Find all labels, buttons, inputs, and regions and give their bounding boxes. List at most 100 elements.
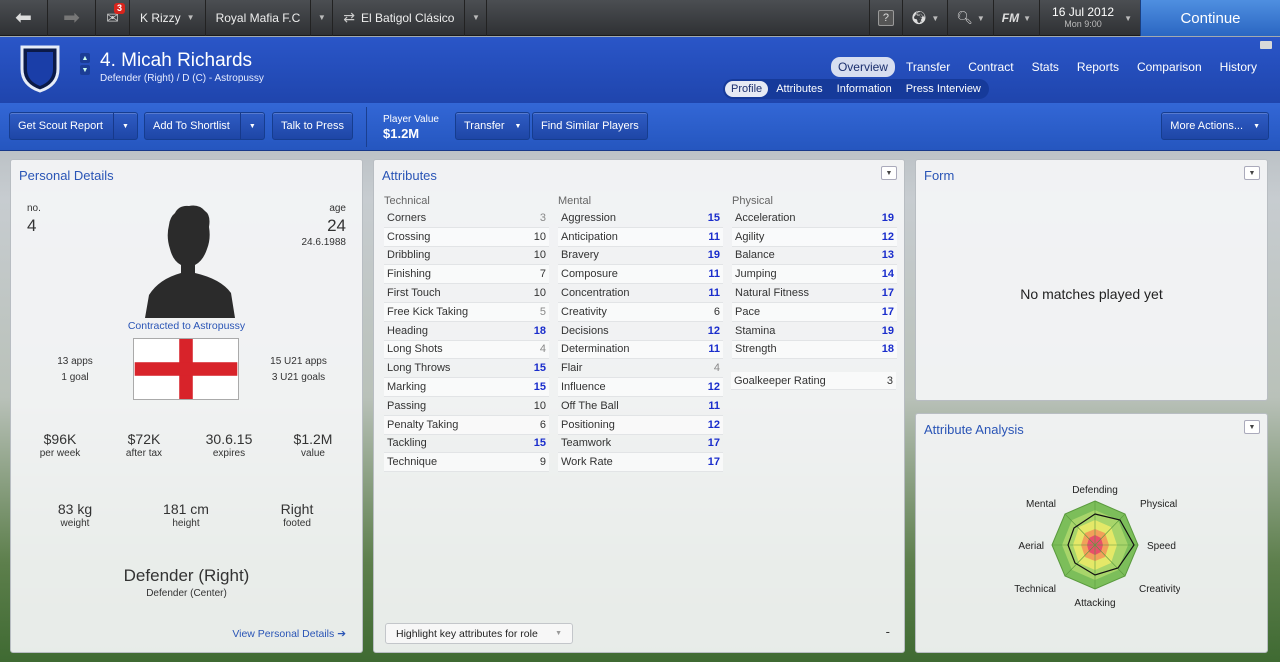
attribute-row[interactable]: Free Kick Taking 5 (384, 302, 549, 322)
attribute-row[interactable]: Marking 15 (384, 378, 549, 397)
attribute-row[interactable]: Creativity 6 (558, 302, 723, 322)
attribute-row[interactable]: Dribbling 10 (384, 247, 549, 266)
tab-reports[interactable]: Reports (1070, 57, 1126, 77)
panel-menu-button[interactable]: ▼ (1244, 166, 1260, 180)
back-arrow-icon[interactable]: ⬅ (0, 0, 48, 36)
attribute-name: Flair (561, 362, 583, 375)
attribute-row[interactable]: Agility 12 (732, 227, 897, 247)
club-dropdown-button[interactable]: ▼ (311, 0, 334, 36)
date-display[interactable]: 16 Jul 2012 Mon 9:00 ▼ (1039, 0, 1140, 36)
tab-stats[interactable]: Stats (1025, 57, 1066, 77)
attribute-name: Long Shots (387, 343, 443, 356)
attribute-row[interactable]: Tackling 15 (384, 435, 549, 454)
talk-press-button[interactable]: Talk to Press (272, 112, 353, 140)
view-personal-details-link[interactable]: View Personal Details ➔ (232, 628, 346, 640)
attribute-name: Penalty Taking (387, 418, 459, 431)
inbox-button[interactable]: ✉ 3 (96, 0, 130, 36)
attribute-value: 13 (881, 249, 894, 262)
attribute-row[interactable]: Crossing 10 (384, 227, 549, 247)
attribute-value: 4 (539, 343, 546, 356)
chevron-down-icon: ▼ (976, 13, 985, 23)
fixture-dropdown-button[interactable]: ▼ (465, 0, 488, 36)
chevron-down-icon: ▼ (239, 113, 256, 139)
attribute-row[interactable]: Heading 18 (384, 322, 549, 341)
world-menu-button[interactable]: 🌍︎ ▼ (901, 0, 947, 36)
attribute-row[interactable]: Stamina 19 (732, 322, 897, 341)
attribute-row[interactable]: Influence 12 (558, 378, 723, 397)
physical-header: Physical (732, 195, 773, 207)
attribute-row[interactable]: Bravery 19 (558, 247, 723, 266)
attribute-row[interactable]: Long Shots 4 (384, 340, 549, 360)
nationality-flag-icon[interactable] (133, 338, 239, 400)
tab-comparison[interactable]: Comparison (1130, 57, 1209, 77)
attribute-row[interactable]: Off The Ball 11 (558, 397, 723, 416)
attribute-row[interactable]: Concentration 11 (558, 284, 723, 303)
tab-history[interactable]: History (1213, 57, 1264, 77)
attribute-row[interactable]: Teamwork 17 (558, 435, 723, 454)
attribute-value: 10 (533, 287, 546, 300)
transfer-button[interactable]: Transfer ▼ (455, 112, 531, 140)
attribute-row[interactable]: First Touch 10 (384, 284, 549, 303)
attribute-value: 10 (533, 230, 546, 243)
attribute-row[interactable]: Positioning 12 (558, 415, 723, 435)
tab-transfer[interactable]: Transfer (899, 57, 957, 77)
fixture-menu[interactable]: ⇄ El Batigol Clásico (333, 0, 466, 36)
attribute-row[interactable]: Finishing 7 (384, 265, 549, 285)
contract-link[interactable]: Contracted to Astropussy (11, 320, 362, 332)
panel-menu-button[interactable]: ▼ (881, 166, 897, 180)
attribute-name: Composure (561, 268, 618, 281)
continue-button[interactable]: Continue (1140, 0, 1280, 36)
next-player-icon[interactable]: ▼ (80, 65, 90, 75)
radar-label-technical: Technical (1014, 584, 1056, 595)
attribute-value: 6 (539, 418, 546, 431)
attribute-row[interactable]: Composure 11 (558, 265, 723, 285)
subtab-press-interview[interactable]: Press Interview (900, 81, 987, 97)
attribute-row[interactable]: Determination 11 (558, 340, 723, 360)
attribute-row[interactable]: Long Throws 15 (384, 359, 549, 379)
radar-label-physical: Physical (1140, 499, 1177, 510)
attribute-row[interactable]: Technique 9 (384, 453, 549, 473)
scout-report-button[interactable]: Get Scout Report ▼ (9, 112, 138, 140)
attribute-row[interactable]: Aggression 15 (558, 209, 723, 228)
add-shortlist-button[interactable]: Add To Shortlist ▼ (144, 112, 265, 140)
attribute-row[interactable]: Corners 3 (384, 209, 549, 228)
expires-value: 30.6.15 (205, 431, 253, 447)
mental-column: Mental Aggression 15 Anticipation 11 Bravery… (558, 195, 723, 473)
attribute-row[interactable]: Penalty Taking 6 (384, 415, 549, 435)
age-label: age (329, 203, 346, 214)
weight-value: 83 kg (57, 501, 93, 517)
forward-arrow-icon[interactable]: ➡ (48, 0, 96, 36)
club-name: Royal Mafia F.C (215, 10, 301, 25)
top-bar-right: ? 🌍︎ ▼ 🔍︎ ▼ FM ▼ 16 Jul 2012 Mon 9:00 ▼ … (868, 0, 1280, 36)
attribute-row[interactable]: Passing 10 (384, 397, 549, 416)
more-actions-button[interactable]: More Actions... ▼ (1161, 112, 1269, 140)
panel-menu-button[interactable]: ▼ (1244, 420, 1260, 434)
find-similar-button[interactable]: Find Similar Players (532, 112, 648, 140)
attribute-name: Creativity (561, 305, 607, 318)
attribute-row[interactable]: Pace 17 (732, 302, 897, 322)
club-menu[interactable]: Royal Mafia F.C (206, 0, 312, 36)
attribute-row[interactable]: Jumping 14 (732, 265, 897, 285)
tab-contract[interactable]: Contract (961, 57, 1020, 77)
screen-toggle-icon[interactable] (1260, 41, 1272, 49)
search-button[interactable]: 🔍︎ ▼ (947, 0, 992, 36)
attribute-row[interactable]: Strength 18 (732, 340, 897, 360)
fm-menu-button[interactable]: FM ▼ (992, 0, 1039, 36)
previous-player-icon[interactable]: ▲ (80, 53, 90, 63)
subtab-attributes[interactable]: Attributes (770, 81, 828, 97)
subtab-profile[interactable]: Profile (725, 81, 769, 97)
attribute-value: 15 (533, 437, 546, 450)
attribute-row[interactable]: Balance 13 (732, 247, 897, 266)
tab-overview[interactable]: Overview (830, 57, 895, 77)
subtab-information[interactable]: Information (831, 81, 898, 97)
attribute-row[interactable]: Anticipation 11 (558, 227, 723, 247)
highlight-role-select[interactable]: Highlight key attributes for role ▼ (385, 623, 573, 644)
attribute-name: Off The Ball (561, 399, 619, 412)
help-button[interactable]: ? (868, 0, 902, 36)
attribute-row[interactable]: Acceleration 19 (732, 209, 897, 228)
manager-menu[interactable]: K Rizzy ▼ (130, 0, 206, 36)
attribute-row[interactable]: Natural Fitness 17 (732, 284, 897, 303)
attribute-row[interactable]: Work Rate 17 (558, 453, 723, 473)
attribute-row[interactable]: Flair 4 (558, 359, 723, 379)
attribute-row[interactable]: Decisions 12 (558, 322, 723, 341)
